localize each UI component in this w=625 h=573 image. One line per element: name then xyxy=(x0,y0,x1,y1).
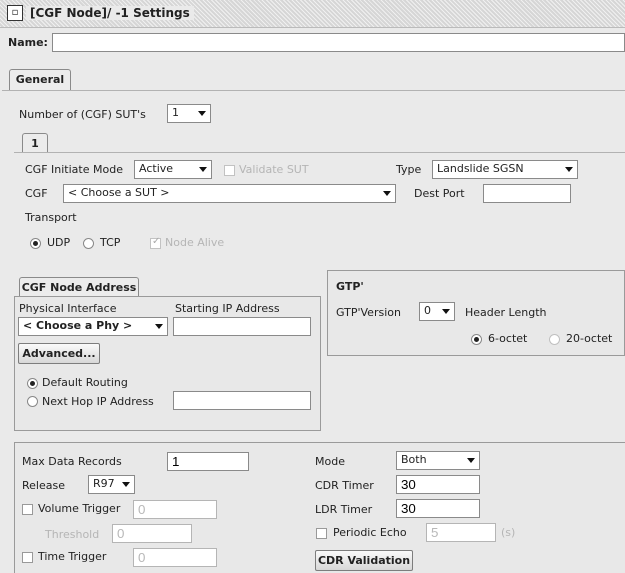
cdr-timer-label: CDR Timer xyxy=(315,479,374,492)
dest-port-input[interactable] xyxy=(483,184,571,203)
tab-sut-1[interactable]: 1 xyxy=(22,133,48,152)
twenty-octet-label: 20-octet xyxy=(566,332,613,345)
chevron-down-icon xyxy=(383,191,391,196)
max-data-records-label: Max Data Records xyxy=(22,455,122,468)
header-length-label: Header Length xyxy=(465,306,547,319)
name-input[interactable] xyxy=(52,33,625,52)
window-title: [CGF Node]/ -1 Settings xyxy=(26,6,194,20)
node-alive-label: Node Alive xyxy=(165,236,225,249)
mode-value: Both xyxy=(401,453,427,466)
periodic-echo-unit: (s) xyxy=(501,526,516,539)
volume-trigger-input[interactable] xyxy=(133,500,217,519)
validate-sut-label: Validate SUT xyxy=(239,163,309,176)
tab-cgf-node-address[interactable]: CGF Node Address xyxy=(19,277,139,297)
periodic-echo-checkbox[interactable] xyxy=(316,528,327,539)
advanced-button[interactable]: Advanced... xyxy=(18,343,100,364)
periodic-echo-label: Periodic Echo xyxy=(333,526,407,539)
chevron-down-icon xyxy=(155,324,163,329)
type-dropdown[interactable]: Landslide SGSN xyxy=(432,160,578,179)
chevron-down-icon xyxy=(199,167,207,172)
transport-label: Transport xyxy=(25,211,77,224)
six-octet-radio[interactable] xyxy=(471,334,482,345)
mode-dropdown[interactable]: Both xyxy=(396,451,480,470)
starting-ip-input[interactable] xyxy=(173,317,311,336)
volume-trigger-checkbox[interactable] xyxy=(22,504,33,515)
type-label: Type xyxy=(396,163,422,176)
chevron-down-icon xyxy=(198,111,206,116)
physical-interface-label: Physical Interface xyxy=(19,302,117,315)
chevron-down-icon xyxy=(122,482,130,487)
ldr-timer-input[interactable] xyxy=(396,499,480,518)
tcp-radio[interactable] xyxy=(83,238,94,249)
threshold-label: Threshold xyxy=(45,528,100,541)
udp-radio[interactable] xyxy=(30,238,41,249)
num-suts-value: 1 xyxy=(172,106,179,119)
starting-ip-label: Starting IP Address xyxy=(175,302,280,315)
node-alive-checkbox[interactable] xyxy=(150,236,161,249)
time-trigger-checkbox[interactable] xyxy=(22,552,33,563)
name-label: Name: xyxy=(8,36,48,49)
next-hop-radio[interactable] xyxy=(27,396,38,407)
cgf-sut-value: < Choose a SUT > xyxy=(68,186,170,199)
twenty-octet-radio[interactable] xyxy=(549,334,560,345)
tcp-label: TCP xyxy=(100,236,121,249)
validate-sut-checkbox[interactable] xyxy=(224,165,235,176)
sut-tab-divider xyxy=(14,152,625,153)
time-trigger-label: Time Trigger xyxy=(38,550,107,563)
default-routing-radio[interactable] xyxy=(27,378,38,389)
cgf-label: CGF xyxy=(25,187,48,200)
volume-trigger-label: Volume Trigger xyxy=(38,502,121,515)
gtp-version-value: 0 xyxy=(424,304,431,317)
default-routing-label: Default Routing xyxy=(42,376,128,389)
next-hop-label: Next Hop IP Address xyxy=(42,395,154,408)
periodic-echo-input[interactable] xyxy=(426,523,496,542)
type-value: Landslide SGSN xyxy=(437,162,524,175)
release-dropdown[interactable]: R97 xyxy=(88,475,135,494)
next-hop-input[interactable] xyxy=(173,391,311,410)
num-suts-dropdown[interactable]: 1 xyxy=(167,104,211,123)
num-suts-label: Number of (CGF) SUT's xyxy=(19,108,146,121)
six-octet-label: 6-octet xyxy=(488,332,528,345)
ldr-timer-label: LDR Timer xyxy=(315,503,373,516)
gtp-version-dropdown[interactable]: 0 xyxy=(419,302,455,321)
window-icon[interactable]: ▫ xyxy=(7,5,23,21)
cgf-sut-dropdown[interactable]: < Choose a SUT > xyxy=(63,184,396,203)
release-label: Release xyxy=(22,479,65,492)
physical-interface-dropdown[interactable]: < Choose a Phy > xyxy=(18,317,168,336)
tab-general[interactable]: General xyxy=(9,69,71,90)
time-trigger-input[interactable] xyxy=(133,548,217,567)
physical-interface-value: < Choose a Phy > xyxy=(23,319,133,332)
cdr-timer-input[interactable] xyxy=(396,475,480,494)
dest-port-label: Dest Port xyxy=(414,187,465,200)
chevron-down-icon xyxy=(565,167,573,172)
udp-label: UDP xyxy=(47,236,71,249)
cdr-validation-button[interactable]: CDR Validation xyxy=(315,550,413,571)
release-value: R97 xyxy=(93,477,115,490)
tab-divider xyxy=(2,90,625,91)
initiate-mode-dropdown[interactable]: Active xyxy=(134,160,212,179)
threshold-input[interactable] xyxy=(112,524,192,543)
chevron-down-icon xyxy=(442,309,450,314)
mode-label: Mode xyxy=(315,455,345,468)
initiate-mode-value: Active xyxy=(139,162,174,175)
gtp-version-label: GTP'Version xyxy=(336,306,401,319)
gtp-title: GTP' xyxy=(336,280,364,293)
chevron-down-icon xyxy=(467,458,475,463)
initiate-mode-label: CGF Initiate Mode xyxy=(25,163,123,176)
max-data-records-input[interactable] xyxy=(167,452,249,471)
